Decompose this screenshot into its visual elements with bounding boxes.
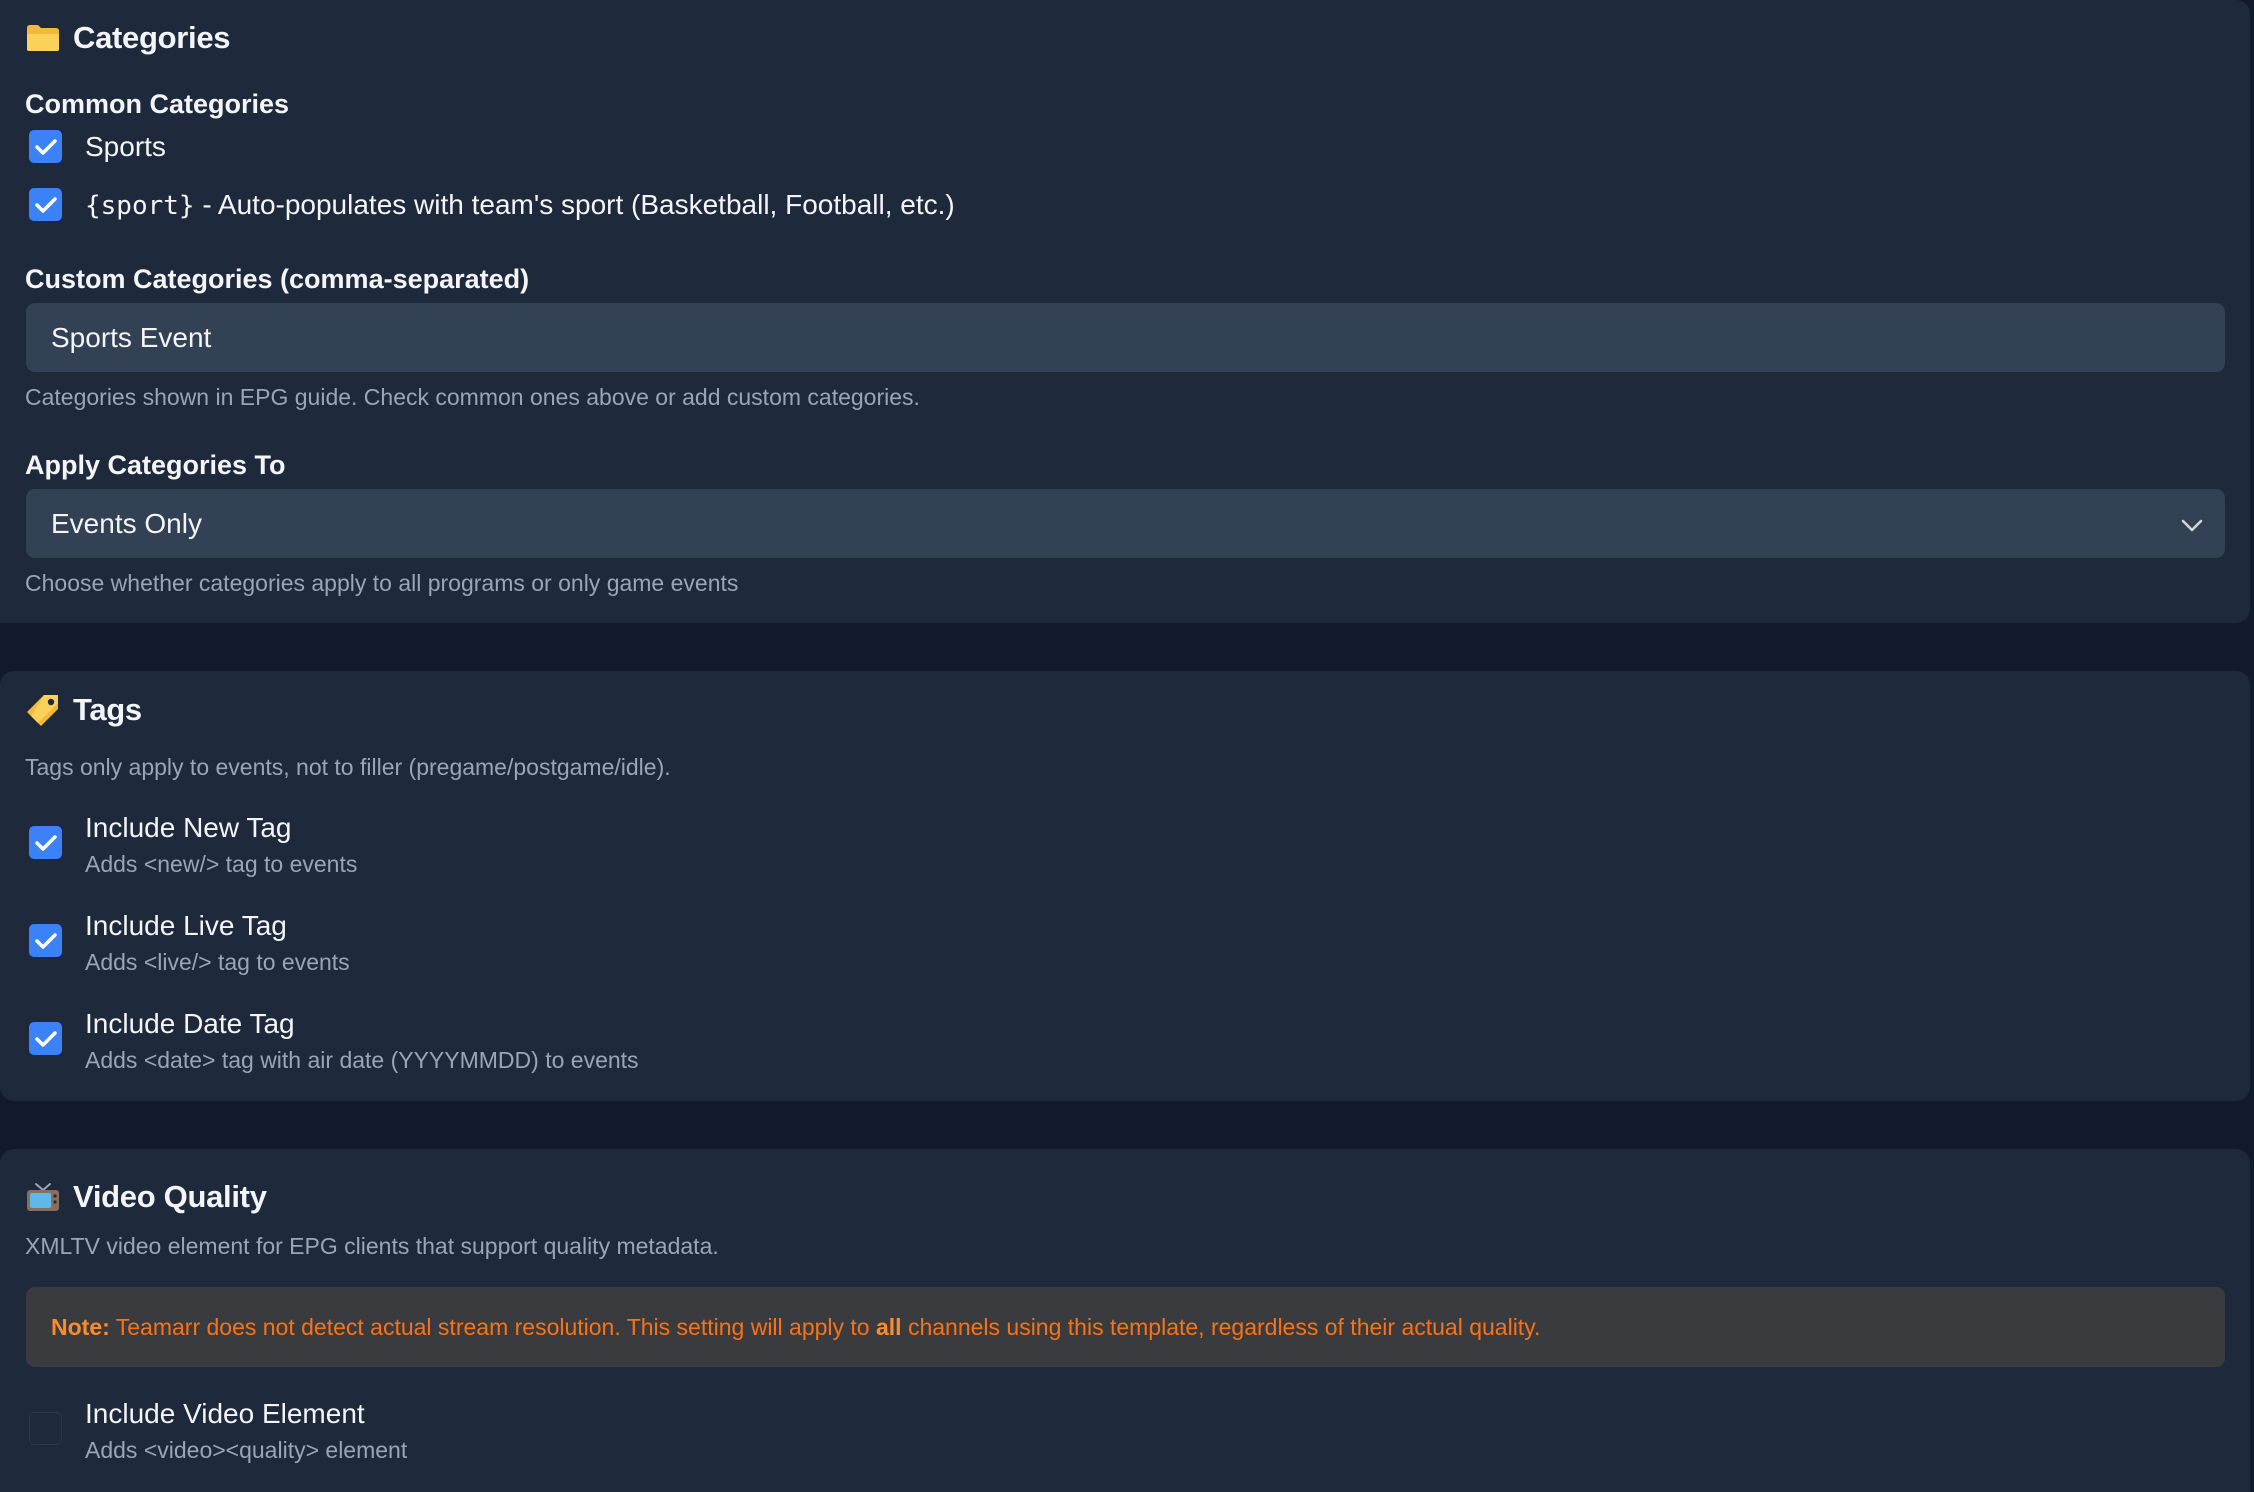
include-video-element-description: Adds <video><quality> element [85, 1437, 408, 1463]
sports-checkbox[interactable] [29, 130, 62, 163]
include-date-tag-checkbox[interactable] [29, 1022, 62, 1055]
tags-header: Tags [25, 690, 142, 730]
tags-card: Tags Tags only apply to events, not to f… [0, 671, 2250, 1101]
sport-variable-label: {sport} - Auto-populates with team's spo… [85, 189, 955, 221]
folder-icon [25, 20, 61, 56]
sport-variable-description: - Auto-populates with team's sport (Bask… [194, 188, 955, 220]
category-option-sport-variable[interactable]: {sport} - Auto-populates with team's spo… [29, 188, 955, 221]
tv-icon [25, 1179, 61, 1215]
sports-label: Sports [85, 130, 166, 162]
sport-variable-checkbox[interactable] [29, 188, 62, 221]
note-text-bold: all [875, 1313, 902, 1340]
custom-categories-input[interactable]: Sports Event [26, 303, 2225, 372]
include-video-element-title: Include Video Element [85, 1398, 365, 1429]
categories-title: Categories [73, 20, 231, 55]
include-date-tag-option[interactable]: Include Date Tag Adds <date> tag with ai… [29, 1007, 639, 1075]
note-text-before: Teamarr does not detect actual stream re… [109, 1313, 876, 1340]
include-new-tag-title: Include New Tag [85, 812, 292, 843]
include-new-tag-description: Adds <new/> tag to events [85, 851, 358, 877]
video-quality-description: XMLTV video element for EPG clients that… [25, 1233, 719, 1259]
custom-categories-help: Categories shown in EPG guide. Check com… [25, 384, 920, 410]
include-live-tag-checkbox[interactable] [29, 924, 62, 957]
apply-categories-select[interactable]: Events Only [26, 489, 2225, 558]
chevron-down-icon [2181, 508, 2203, 540]
include-date-tag-title: Include Date Tag [85, 1008, 295, 1039]
custom-categories-label: Custom Categories (comma-separated) [25, 264, 530, 294]
include-video-element-option[interactable]: Include Video Element Adds <video><quali… [29, 1397, 407, 1465]
custom-categories-value: Sports Event [51, 321, 212, 353]
video-quality-title: Video Quality [73, 1179, 267, 1214]
note-text-after: channels using this template, regardless… [901, 1313, 1541, 1340]
include-live-tag-title: Include Live Tag [85, 910, 287, 941]
category-option-sports[interactable]: Sports [29, 130, 166, 163]
include-new-tag-checkbox[interactable] [29, 826, 62, 859]
common-categories-label: Common Categories [25, 89, 290, 119]
tags-description: Tags only apply to events, not to filler… [25, 754, 671, 780]
tags-title: Tags [73, 692, 142, 727]
tag-icon [25, 692, 61, 728]
video-quality-card: Video Quality XMLTV video element for EP… [0, 1149, 2250, 1492]
note-label: Note: [51, 1313, 110, 1340]
apply-categories-value: Events Only [51, 507, 202, 539]
apply-categories-help: Choose whether categories apply to all p… [25, 570, 739, 596]
categories-header: Categories [25, 18, 231, 58]
video-quality-header: Video Quality [25, 1177, 267, 1217]
include-live-tag-option[interactable]: Include Live Tag Adds <live/> tag to eve… [29, 909, 350, 977]
categories-card: Categories Common Categories Sports {spo… [0, 0, 2250, 623]
include-live-tag-description: Adds <live/> tag to events [85, 949, 350, 975]
include-new-tag-option[interactable]: Include New Tag Adds <new/> tag to event… [29, 811, 357, 879]
sport-variable-code: {sport} [85, 190, 195, 221]
apply-categories-label: Apply Categories To [25, 450, 286, 480]
include-video-element-checkbox[interactable] [29, 1412, 62, 1445]
include-date-tag-description: Adds <date> tag with air date (YYYYMMDD)… [85, 1047, 639, 1073]
video-quality-note: Note: Teamarr does not detect actual str… [26, 1287, 2225, 1367]
